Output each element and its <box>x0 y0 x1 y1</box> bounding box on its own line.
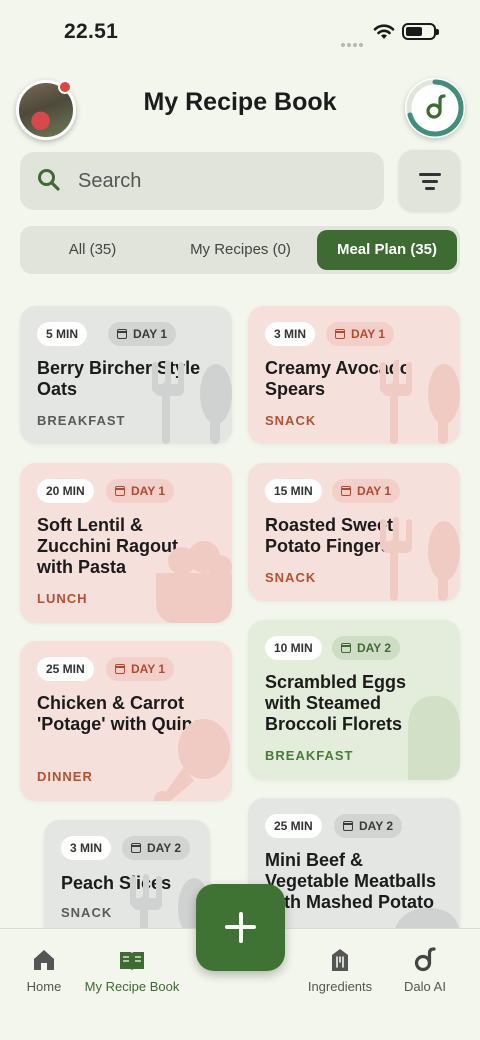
search-bar[interactable] <box>20 152 384 210</box>
day-badge: DAY 1 <box>326 322 395 346</box>
dalo-ai-button[interactable] <box>405 78 465 138</box>
tab-all[interactable]: All (35) <box>20 226 165 274</box>
time-badge: 25 MIN <box>37 657 94 681</box>
recipe-tabs: All (35) My Recipes (0) Meal Plan (35) <box>20 226 460 274</box>
filter-button[interactable] <box>399 150 460 211</box>
cutlery-icon <box>380 360 460 444</box>
nav-dalo-ai[interactable]: Dalo AI <box>370 947 480 994</box>
day-badge: DAY 2 <box>332 636 401 660</box>
battery-icon <box>402 23 439 40</box>
ingredients-icon <box>332 949 348 971</box>
recipe-card[interactable]: 3 MIN DAY 1 Creamy Avocado Spears SNACK <box>248 306 460 444</box>
time-badge: 3 MIN <box>61 836 112 860</box>
drumstick-icon <box>154 719 230 801</box>
cutlery-icon <box>152 360 232 444</box>
meal-type: SNACK <box>265 413 317 428</box>
calendar-icon <box>335 329 345 339</box>
book-icon <box>120 952 144 971</box>
recipe-card[interactable]: 20 MIN DAY 1 Soft Lentil & Zucchini Rago… <box>20 463 232 623</box>
meal-type: BREAKFAST <box>37 413 126 428</box>
meal-type: BREAKFAST <box>265 748 354 763</box>
status-time: 22.51 <box>64 20 119 43</box>
dalo-icon <box>414 947 436 972</box>
recipe-card[interactable]: 5 MIN DAY 1 Berry Bircher Style Oats BRE… <box>20 306 232 444</box>
day-badge: DAY 2 <box>334 814 403 838</box>
day-badge: DAY 1 <box>106 657 175 681</box>
day-badge: DAY 1 <box>332 479 401 503</box>
day-badge: DAY 1 <box>106 479 175 503</box>
nav-home-label: Home <box>26 979 62 994</box>
bowl-icon <box>156 541 232 623</box>
recipe-card[interactable]: 15 MIN DAY 1 Roasted Sweet Potato Finger… <box>248 463 460 601</box>
calendar-icon <box>115 664 125 674</box>
filter-icon <box>419 173 441 176</box>
recipe-card[interactable]: 10 MIN DAY 2 Scrambled Eggs with Steamed… <box>248 620 460 780</box>
wifi-icon <box>373 24 395 39</box>
recipe-card[interactable]: 25 MIN DAY 1 Chicken & Carrot 'Potage' w… <box>20 641 232 801</box>
nav-ingredients-label: Ingredients <box>307 979 373 994</box>
meal-type: SNACK <box>265 570 317 585</box>
time-badge: 20 MIN <box>37 479 94 503</box>
calendar-icon <box>343 821 353 831</box>
calendar-icon <box>341 486 351 496</box>
calendar-icon <box>341 643 351 653</box>
calendar-icon <box>117 329 127 339</box>
search-icon <box>38 169 60 191</box>
signal-icon <box>341 34 365 47</box>
time-badge: 25 MIN <box>265 814 322 838</box>
tab-my-recipes[interactable]: My Recipes (0) <box>168 226 313 274</box>
search-input[interactable] <box>78 152 368 210</box>
meal-type: SNACK <box>61 905 113 920</box>
time-badge: 3 MIN <box>265 322 316 346</box>
home-icon <box>34 950 54 970</box>
add-recipe-button[interactable] <box>196 884 285 971</box>
meal-type: DINNER <box>37 769 93 784</box>
day-badge: DAY 2 <box>122 836 191 860</box>
tab-meal-plan[interactable]: Meal Plan (35) <box>317 230 457 270</box>
calendar-icon <box>131 843 141 853</box>
nav-my-recipe-book[interactable]: My Recipe Book <box>77 947 187 994</box>
time-badge: 15 MIN <box>265 479 322 503</box>
nav-my-recipe-book-label: My Recipe Book <box>84 979 180 994</box>
calendar-icon <box>115 486 125 496</box>
status-bar: 22.51 <box>0 0 480 64</box>
meal-type: LUNCH <box>37 591 88 606</box>
nav-dalo-ai-label: Dalo AI <box>404 979 446 994</box>
egg-icon <box>408 696 460 780</box>
cutlery-icon <box>380 517 460 601</box>
day-badge: DAY 1 <box>108 322 177 346</box>
dalo-progress-icon <box>406 79 464 137</box>
time-badge: 10 MIN <box>265 636 322 660</box>
time-badge: 5 MIN <box>37 322 88 346</box>
